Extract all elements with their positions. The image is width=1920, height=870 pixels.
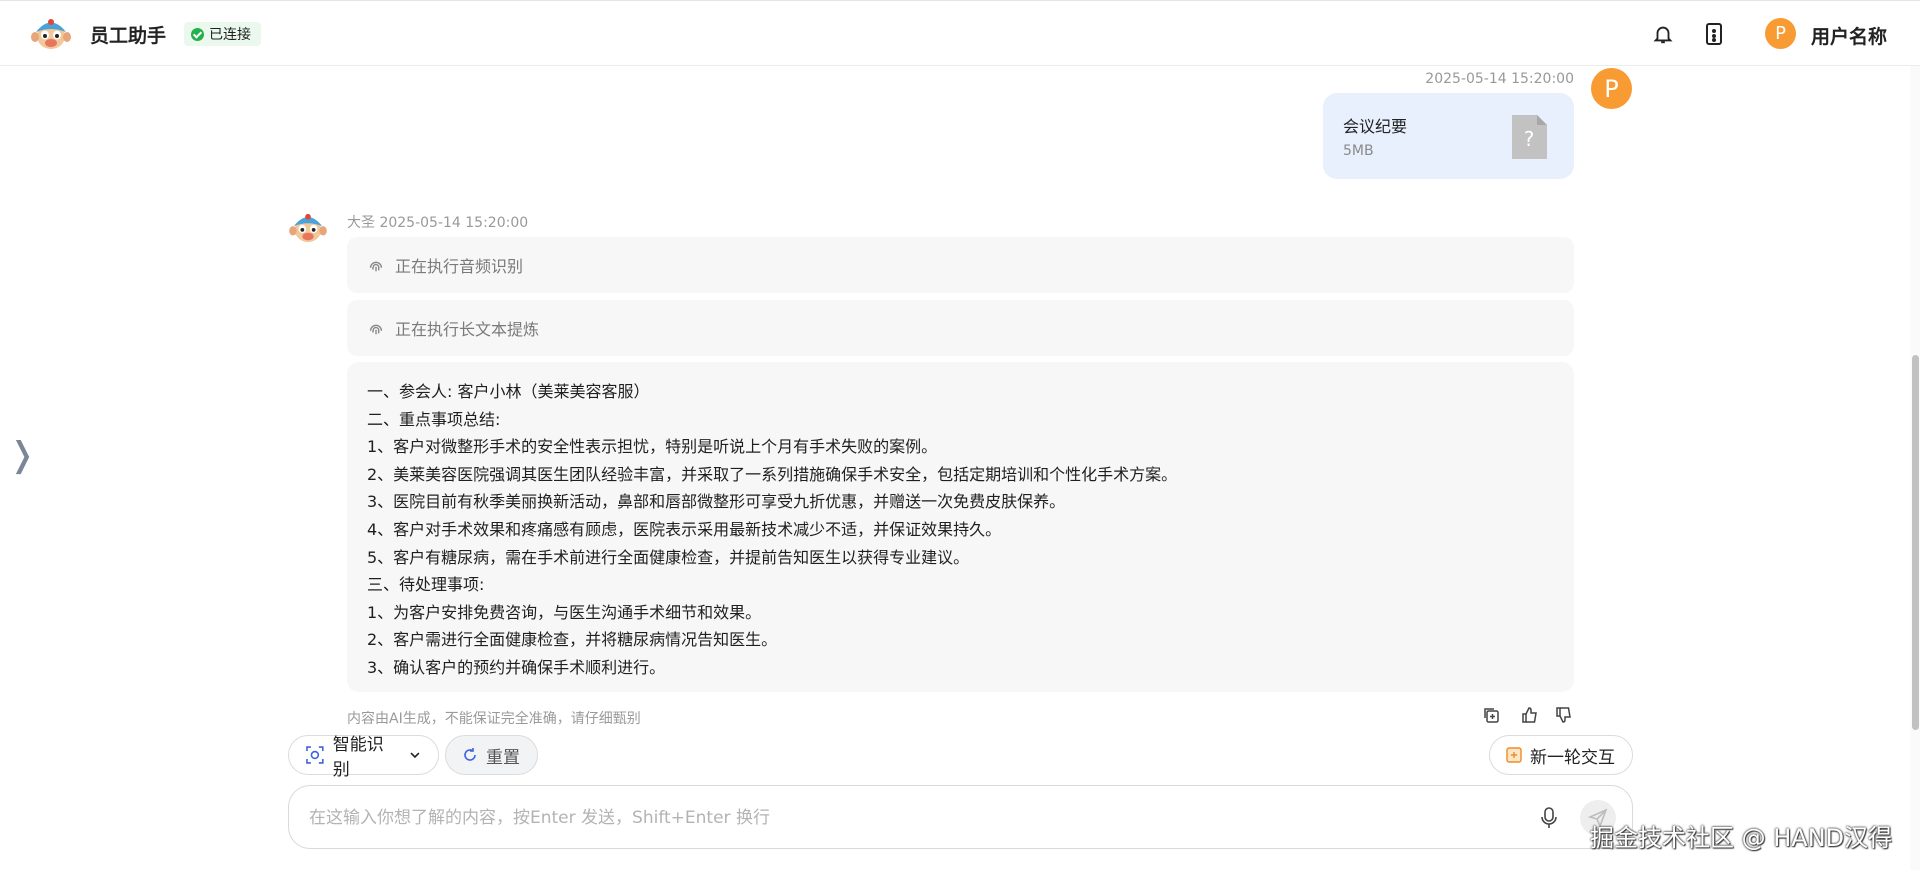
process-step-label: 正在执行音频识别 [395, 257, 524, 276]
unknown-file-icon: ? [1512, 115, 1547, 159]
file-attachment-card[interactable]: 会议纪要 5MB ? [1323, 93, 1574, 179]
scan-icon [306, 746, 324, 764]
process-step-summarize: 正在执行长文本提炼 [347, 300, 1574, 356]
connection-status-label: 已连接 [209, 27, 251, 43]
scrollbar-thumb[interactable] [1912, 355, 1919, 730]
answer-line: 1、为客户安排免费咨询，与医生沟通手术细节和效果。 [367, 602, 762, 622]
check-circle-icon [191, 27, 204, 41]
file-name: 会议纪要 [1343, 117, 1408, 136]
process-step-audio: 正在执行音频识别 [347, 237, 1574, 293]
answer-line: 三、待处理事项: [367, 575, 485, 595]
new-round-label: 新一轮交互 [1530, 747, 1615, 768]
expand-sidebar-chevron-icon[interactable]: ❭ [8, 434, 37, 476]
user-message-avatar: P [1591, 68, 1632, 109]
user-name[interactable]: 用户名称 [1811, 22, 1887, 49]
answer-line: 一、参会人: 客户小林（美莱美容客服） [367, 382, 650, 401]
chat-input[interactable] [309, 804, 1489, 832]
smart-recognition-label: 智能识别 [332, 735, 384, 780]
reset-label: 重置 [486, 747, 520, 768]
microphone-icon[interactable] [1537, 806, 1561, 830]
answer-line: 2、美莱美容医院强调其医生团队经验丰富，并采取了一系列措施确保手术安全，包括定期… [367, 464, 1178, 484]
phone-icon[interactable] [1699, 19, 1729, 49]
user-avatar[interactable]: P [1765, 18, 1796, 49]
answer-line: 5、客户有糖尿病，需在手术前进行全面健康检查，并提前告知医生以获得专业建议。 [367, 547, 970, 567]
top-bar: 员工助手 已连接 P 用户名称 [0, 0, 1920, 66]
smart-recognition-dropdown[interactable]: 智能识别 [288, 735, 439, 780]
answer-line: 3、确认客户的预约并确保手术顺利进行。 [367, 657, 666, 677]
answer-line: 3、医院目前有秋季美丽换新活动，鼻部和唇部微整形可享受九折优惠，并赠送一次免费皮… [367, 492, 1066, 512]
assistant-meta: 大圣 2025-05-14 15:20:00 [347, 212, 528, 232]
ai-disclaimer: 内容由AI生成，不能保证完全准确，请仔细甄别 [347, 711, 641, 727]
copy-icon[interactable] [1480, 704, 1502, 726]
answer-line: 4、客户对手术效果和疼痛感有顾虑，医院表示采用最新技术减少不适，并保证效果持久。 [367, 519, 1002, 539]
fingerprint-icon [369, 261, 383, 272]
connection-status-badge: 已连接 [184, 22, 261, 46]
refresh-icon [464, 748, 476, 761]
assistant-name: 大圣 [347, 215, 375, 231]
chat-input-container[interactable] [288, 785, 1633, 849]
answer-line: 1、客户对微整形手术的安全性表示担忧，特别是听说上个月有手术失败的案例。 [367, 437, 938, 457]
fingerprint-icon [369, 324, 383, 335]
answer-line: 2、客户需进行全面健康检查，并将糖尿病情况告知医生。 [367, 630, 778, 650]
assistant-answer-bubble: 一、参会人: 客户小林（美莱美容客服） 二、重点事项总结: 1、客户对微整形手术… [347, 362, 1574, 692]
monkey-logo-icon [31, 19, 71, 49]
user-message-time: 2025-05-14 15:20:00 [1425, 71, 1574, 87]
thumbs-up-icon[interactable] [1519, 704, 1541, 726]
file-size: 5MB [1343, 143, 1374, 159]
assistant-avatar-icon [289, 213, 327, 243]
chevron-down-icon [410, 752, 420, 759]
svg-text:?: ? [1524, 127, 1535, 151]
bell-icon[interactable] [1648, 19, 1678, 49]
reset-button[interactable]: 重置 [445, 735, 538, 775]
answer-line: 二、重点事项总结: [367, 409, 501, 429]
new-round-button[interactable]: 新一轮交互 [1489, 735, 1633, 775]
watermark-text: 掘金技术社区 @ HAND汉得 [1590, 824, 1893, 852]
thumbs-down-icon[interactable] [1553, 704, 1575, 726]
new-chat-icon [1506, 747, 1522, 763]
app-title: 员工助手 [90, 25, 167, 47]
assistant-message-time: 2025-05-14 15:20:00 [379, 215, 529, 231]
process-step-label: 正在执行长文本提炼 [395, 320, 540, 339]
